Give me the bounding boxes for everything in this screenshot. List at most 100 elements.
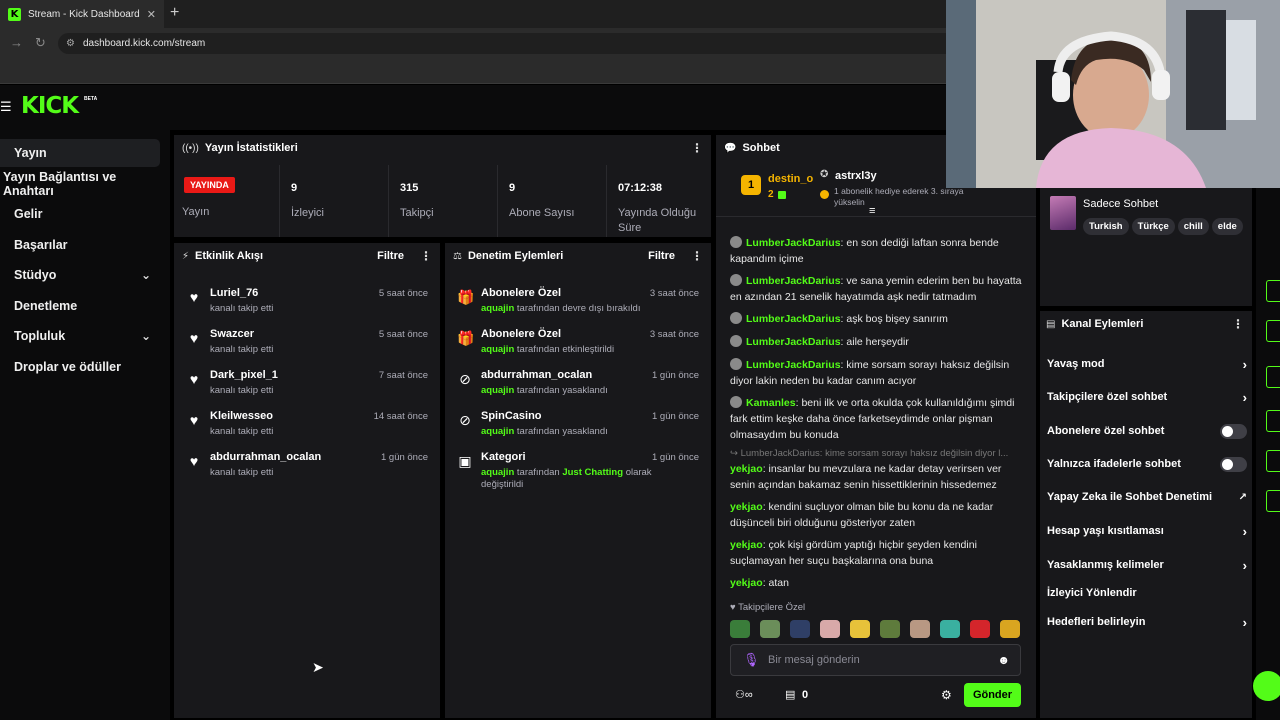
chat-username[interactable]: LumberJackDarius <box>746 275 841 287</box>
activity-row[interactable]: ♥ Luriel_76 kanalı takip etti 5 saat önc… <box>174 283 440 323</box>
quick-action-button[interactable] <box>1266 450 1280 472</box>
gear-icon[interactable]: ⚙ <box>941 688 952 702</box>
category-thumbnail[interactable] <box>1050 196 1076 230</box>
moderation-target[interactable]: SpinCasino <box>481 410 542 422</box>
quick-action-button[interactable] <box>1266 280 1280 302</box>
sidebar-item-denetleme[interactable]: Denetleme <box>0 292 165 320</box>
sidebar-item-gelir[interactable]: Gelir <box>0 200 165 228</box>
new-tab-icon[interactable]: + <box>170 5 179 21</box>
chat-username[interactable]: LumberJackDarius <box>746 313 841 325</box>
activity-filter-button[interactable]: Filtre <box>377 250 404 262</box>
site-settings-icon[interactable]: ⚙ <box>66 38 75 49</box>
quick-action-button[interactable] <box>1266 320 1280 342</box>
emote[interactable] <box>970 620 990 638</box>
quick-action-button[interactable] <box>1266 410 1280 432</box>
moderator-name[interactable]: aquajin <box>481 385 514 396</box>
activity-row[interactable]: ♥ Dark_pixel_1 kanalı takip etti 7 saat … <box>174 365 440 405</box>
collapse-icon[interactable]: ≡ <box>869 205 875 217</box>
sidebar-item-stream-key[interactable]: Yayın Bağlantısı ve Anahtarı <box>0 170 165 198</box>
gifter-name[interactable]: astrxl3y <box>835 170 877 182</box>
close-icon[interactable]: ✕ <box>147 8 156 21</box>
chat-username[interactable]: LumberJackDarius <box>746 336 841 348</box>
emote[interactable] <box>730 620 750 638</box>
emote[interactable] <box>880 620 900 638</box>
menu-icon[interactable]: ☰ <box>0 99 12 115</box>
chat-username[interactable]: yekjao <box>730 577 763 589</box>
moderator-name[interactable]: aquajin <box>481 426 514 437</box>
address-bar[interactable]: ⚙ dashboard.kick.com/stream <box>58 33 958 54</box>
kick-logo[interactable]: KICK <box>21 93 79 119</box>
activity-row[interactable]: ♥ Swazcer kanalı takip etti 5 saat önce <box>174 324 440 364</box>
activity-user[interactable]: Kleilwesseo <box>210 410 273 422</box>
subscribers-only-toggle[interactable] <box>1220 423 1247 439</box>
activity-row[interactable]: ♥ Kleilwesseo kanalı takip etti 14 saat … <box>174 406 440 446</box>
quick-action-button[interactable] <box>1266 490 1280 512</box>
microphone-icon[interactable]: 🎙 <box>743 652 760 668</box>
moderation-row[interactable]: 🎁 Abonelere Özel aquajin tarafından etki… <box>445 324 711 364</box>
sidebar-item-studyo[interactable]: Stüdyo ⌄ <box>0 261 165 289</box>
moderator-name[interactable]: aquajin <box>481 303 514 314</box>
moderation-target[interactable]: abdurrahman_ocalan <box>481 369 592 381</box>
moderator-name[interactable]: aquajin <box>481 344 514 355</box>
moderation-row[interactable]: ⊘ abdurrahman_ocalan aquajin tarafından … <box>445 365 711 405</box>
ai-moderation-item[interactable]: Yapay Zeka ile Sohbet Denetimi ↗ <box>1047 487 1247 507</box>
tag[interactable]: Turkish <box>1083 218 1129 235</box>
more-options-icon[interactable]: ⋮ <box>1232 317 1244 331</box>
sidebar-item-droplar[interactable]: Droplar ve ödüller <box>0 353 165 381</box>
banned-words-item[interactable]: Yasaklanmış kelimeler › <box>1047 555 1247 575</box>
activity-user[interactable]: Luriel_76 <box>210 287 258 299</box>
chat-username[interactable]: yekjao <box>730 501 763 513</box>
quick-action-button[interactable] <box>1266 366 1280 388</box>
activity-user[interactable]: abdurrahman_ocalan <box>210 451 321 463</box>
reload-icon[interactable]: ↻ <box>35 35 46 51</box>
followers-only-item[interactable]: Takipçilere özel sohbet › <box>1047 387 1247 407</box>
emote[interactable] <box>790 620 810 638</box>
account-age-item[interactable]: Hesap yaşı kısıtlaması › <box>1047 521 1247 541</box>
chat-username[interactable]: LumberJackDarius <box>746 359 841 371</box>
emote[interactable] <box>820 620 840 638</box>
moderator-name[interactable]: aquajin <box>481 467 514 478</box>
moderation-row[interactable]: ⊘ SpinCasino aquajin tarafından yasaklan… <box>445 406 711 446</box>
sidebar-item-yayin[interactable]: Yayın <box>0 139 160 167</box>
moderation-row[interactable]: 🎁 Abonelere Özel aquajin tarafından devr… <box>445 283 711 323</box>
emote[interactable] <box>1000 620 1020 638</box>
users-icon[interactable]: ⚇∞ <box>735 688 753 701</box>
sidebar-item-basarilar[interactable]: Başarılar <box>0 231 165 259</box>
moderation-filter-button[interactable]: Filtre <box>648 250 675 262</box>
chat-username[interactable]: yekjao <box>730 539 763 551</box>
emote-only-toggle[interactable] <box>1220 456 1247 472</box>
browser-tab[interactable]: K Stream - Kick Dashboard ✕ <box>0 0 164 28</box>
chat-username[interactable]: Kamanles <box>746 397 796 409</box>
slow-mode-item[interactable]: Yavaş mod › <box>1047 354 1247 374</box>
category-name[interactable]: Just Chatting <box>562 467 623 478</box>
chat-username[interactable]: yekjao <box>730 463 763 475</box>
activity-row[interactable]: ♥ abdurrahman_ocalan kanalı takip etti 1… <box>174 447 440 487</box>
tag[interactable]: elde <box>1211 218 1243 235</box>
forward-arrow-icon[interactable]: → <box>10 35 23 50</box>
emote-only-item[interactable]: Yalnızca ifadelerle sohbet <box>1047 454 1247 474</box>
emote[interactable] <box>940 620 960 638</box>
tag[interactable]: chill <box>1177 218 1209 235</box>
sidebar-item-topluluk[interactable]: Topluluk ⌄ <box>0 322 165 350</box>
activity-user[interactable]: Swazcer <box>210 328 254 340</box>
chat-username[interactable]: LumberJackDarius <box>746 237 841 249</box>
activity-user[interactable]: Dark_pixel_1 <box>210 369 278 381</box>
goals-item[interactable]: Hedefleri belirleyin › <box>1047 612 1247 632</box>
subscribers-only-item[interactable]: Abonelere özel sohbet <box>1047 421 1247 441</box>
emote[interactable] <box>910 620 930 638</box>
emoji-icon[interactable]: ☻ <box>997 653 1010 667</box>
more-options-icon[interactable]: ⋮ <box>420 249 432 263</box>
emote[interactable] <box>850 620 870 638</box>
chat-input[interactable]: 🎙 Bir mesaj gönderin ☻ <box>730 644 1021 676</box>
send-button[interactable]: Gönder <box>964 683 1021 707</box>
tag[interactable]: Türkçe <box>1131 218 1175 235</box>
raid-item[interactable]: İzleyici Yönlendir <box>1047 583 1247 603</box>
more-options-icon[interactable]: ⋮ <box>691 141 703 155</box>
top-gifter-name[interactable]: destin_o <box>768 173 813 185</box>
emote[interactable] <box>760 620 780 638</box>
moderation-row[interactable]: ▣ Kategori aquajin tarafından Just Chatt… <box>445 447 711 497</box>
more-options-icon[interactable]: ⋮ <box>691 249 703 263</box>
reply-reference[interactable]: ↪ LumberJackDarius: kime sorsam sorayı h… <box>730 446 1025 462</box>
support-icon[interactable] <box>1253 671 1280 701</box>
store-icon[interactable]: ▤ <box>785 688 795 701</box>
